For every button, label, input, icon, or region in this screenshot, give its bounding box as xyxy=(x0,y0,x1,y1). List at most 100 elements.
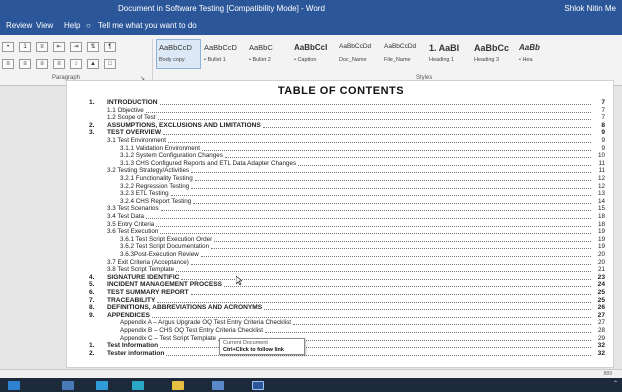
menu-help[interactable]: Help xyxy=(64,21,80,30)
toc-leader-dots xyxy=(225,151,591,159)
toc-leader-dots xyxy=(298,159,591,166)
tooltip-hint: Ctrl+Click to follow link xyxy=(223,347,284,353)
user-name[interactable]: Shlok Nitin Me xyxy=(564,4,616,13)
toc-page-number: 32 xyxy=(597,349,605,357)
style-sample: 1. AaBI xyxy=(429,43,460,53)
windows-icon[interactable] xyxy=(8,381,20,390)
toc-leader-dots xyxy=(195,174,591,181)
toc-leader-dots xyxy=(161,204,591,212)
menu-review[interactable]: Review xyxy=(6,21,32,30)
toc-leader-dots xyxy=(211,242,591,250)
style-name: • Bullet 2 xyxy=(249,57,271,63)
toc-leader-dots xyxy=(214,235,591,242)
menu-view[interactable]: View xyxy=(36,21,53,30)
tooltip-title: Current Document xyxy=(223,340,268,346)
style-doc-name[interactable]: AaBbCcDd Doc_Name xyxy=(336,39,381,69)
toc-entry-text: Tester information xyxy=(107,349,165,357)
style-bullet-1[interactable]: AaBbCcD • Bullet 1 xyxy=(201,39,246,69)
store-icon[interactable] xyxy=(132,381,144,390)
style-name: • Caption xyxy=(294,57,317,63)
word-icon[interactable] xyxy=(252,381,264,390)
toc-leader-dots xyxy=(224,280,591,288)
style-sample: AaBbCcDd xyxy=(384,43,417,50)
style-name: File_Name xyxy=(384,57,411,63)
toc-leader-dots xyxy=(191,166,591,174)
toc-entry-number: 2. xyxy=(89,349,95,357)
toc-leader-dots xyxy=(176,265,591,273)
toc-leader-dots xyxy=(191,182,591,189)
style-sample: AaBbCcI xyxy=(294,43,328,52)
style-name: Heading 1 xyxy=(429,57,455,63)
paragraph-group: • 1 ≡ ⇤ ⇥ ⇅ ¶ ≡ ≡ ≡ ≡ ↕ ▲ □ xyxy=(0,39,156,75)
toc-leader-dots xyxy=(158,113,591,121)
toc-leader-dots xyxy=(201,250,591,257)
toc-title: TABLE OF CONTENTS xyxy=(277,85,405,97)
style-sample: AaBbCcD xyxy=(159,43,192,52)
system-tray-icon[interactable]: ⌃ xyxy=(613,380,618,387)
increase-indent-icon[interactable]: ⇥ xyxy=(70,42,82,52)
lightbulb-icon: ○ xyxy=(86,21,91,30)
toc-leader-dots xyxy=(157,296,591,303)
status-readout: 889 xyxy=(603,371,612,377)
toc-leader-dots xyxy=(265,326,591,333)
edge-icon[interactable] xyxy=(96,381,108,390)
line-spacing-icon[interactable]: ↕ xyxy=(70,59,82,69)
style-name: • Hea xyxy=(519,57,533,63)
toc-leader-dots xyxy=(263,121,591,128)
menu-bar: Review View Help ○ Tell me what you want… xyxy=(0,16,622,35)
style-file-name[interactable]: AaBbCcDd File_Name xyxy=(381,39,426,69)
numbering-icon[interactable]: 1 xyxy=(19,42,31,52)
paragraph-tools-row-1: • 1 ≡ ⇤ ⇥ ⇅ ¶ xyxy=(2,42,116,54)
mouse-cursor-icon xyxy=(236,276,242,285)
style-bullet-2[interactable]: AaBbC • Bullet 2 xyxy=(246,39,291,69)
toc-leader-dots xyxy=(191,288,591,295)
multilevel-list-icon[interactable]: ≡ xyxy=(36,42,48,52)
shading-icon[interactable]: ▲ xyxy=(87,59,99,69)
toc-leader-dots xyxy=(163,128,591,136)
bullets-icon[interactable]: • xyxy=(2,42,14,52)
style-heading-more[interactable]: AaBb • Hea xyxy=(516,39,561,69)
toc-leader-dots xyxy=(191,258,591,265)
toc-leader-dots xyxy=(160,227,591,235)
toc-leader-dots xyxy=(160,98,591,105)
title-bar: Document in Software Testing [Compatibil… xyxy=(0,0,622,16)
window-title: Document in Software Testing [Compatibil… xyxy=(118,4,325,13)
align-left-icon[interactable]: ≡ xyxy=(2,59,14,69)
tell-me-box[interactable]: Tell me what you want to do xyxy=(98,21,197,30)
style-heading-3[interactable]: AaBbCc Heading 3 xyxy=(471,39,516,69)
chrome-icon[interactable] xyxy=(172,381,184,390)
document-page[interactable]: TABLE OF CONTENTS 1. INTRODUCTION 7 1.1 Obj… xyxy=(66,80,614,368)
taskbar: ⌃ xyxy=(0,378,622,392)
toc-entry[interactable]: 2. Tester information 32 xyxy=(67,350,605,358)
ribbon: • 1 ≡ ⇤ ⇥ ⇅ ¶ ≡ ≡ ≡ ≡ ↕ ▲ □ Paragraph ↘ … xyxy=(0,35,622,86)
toc-leader-dots xyxy=(264,303,591,311)
toc-leader-dots xyxy=(171,189,591,197)
file-explorer-icon[interactable] xyxy=(62,381,74,390)
decrease-indent-icon[interactable]: ⇤ xyxy=(53,42,65,52)
style-sample: AaBbCcDd xyxy=(339,43,372,50)
align-right-icon[interactable]: ≡ xyxy=(36,59,48,69)
style-heading-1[interactable]: 1. AaBI Heading 1 xyxy=(426,39,471,69)
style-caption[interactable]: AaBbCcI • Caption xyxy=(291,39,336,69)
toc-leader-dots xyxy=(168,136,591,143)
pilcrow-icon[interactable]: ¶ xyxy=(104,42,116,52)
style-sample: AaBbCc xyxy=(474,43,510,53)
style-name: Doc_Name xyxy=(339,57,367,63)
ribbon-separator xyxy=(152,39,153,81)
sort-icon[interactable]: ⇅ xyxy=(87,42,99,52)
style-name: Body copy xyxy=(159,57,185,63)
toc-leader-dots xyxy=(156,220,591,227)
justify-icon[interactable]: ≡ xyxy=(53,59,65,69)
style-sample: AaBbC xyxy=(249,43,273,52)
style-body-copy[interactable]: AaBbCcD Body copy xyxy=(156,39,201,69)
borders-icon[interactable]: □ xyxy=(104,59,116,69)
style-sample: AaBb xyxy=(519,43,540,52)
center-icon[interactable]: ≡ xyxy=(19,59,31,69)
style-name: • Bullet 1 xyxy=(204,57,226,63)
toc-leader-dots xyxy=(181,273,591,280)
link-tooltip: Current Document Ctrl+Click to follow li… xyxy=(219,338,305,355)
mail-icon[interactable] xyxy=(212,381,224,390)
toc-leader-dots xyxy=(152,311,591,318)
styles-gallery: AaBbCcD Body copy AaBbCcD • Bullet 1 AaB… xyxy=(156,39,622,73)
toc-leader-dots xyxy=(293,318,591,326)
